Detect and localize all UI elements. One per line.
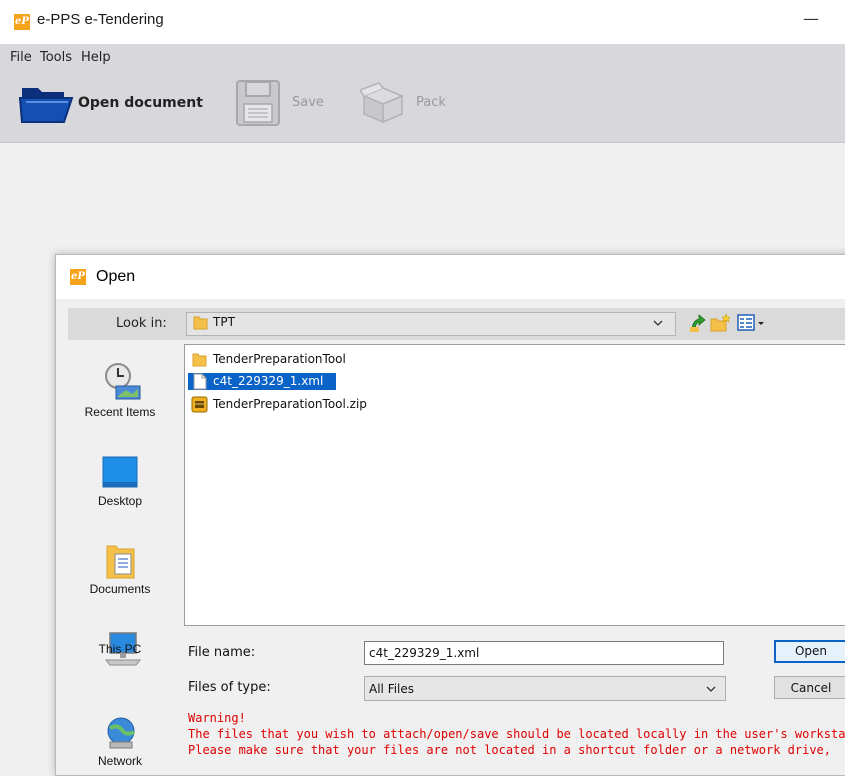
dialog-title: Open	[96, 268, 136, 285]
pack-label: Pack	[416, 95, 446, 110]
look-in-combo[interactable]	[186, 312, 676, 336]
list-item[interactable]: TenderPreparationTool.zip	[188, 396, 408, 413]
look-in-value: TPT	[213, 315, 235, 329]
look-in-label: Look in:	[116, 316, 167, 331]
view-menu-icon[interactable]	[737, 314, 765, 332]
shortcut-desktop[interactable]: Desktop	[68, 446, 178, 516]
shortcut-label: Network	[97, 754, 142, 768]
minimize-button[interactable]: —	[791, 4, 831, 34]
chevron-down-icon[interactable]	[652, 317, 664, 329]
save-disk-icon	[236, 80, 280, 126]
pack-box-icon	[360, 82, 404, 124]
files-of-type-label: Files of type:	[188, 680, 271, 695]
file-icon	[193, 373, 207, 390]
new-folder-icon[interactable]	[710, 313, 732, 333]
desktop-icon	[102, 456, 138, 488]
open-folder-icon	[18, 88, 74, 123]
shortcut-label: Recent Items	[84, 405, 156, 419]
file-name: c4t_229329_1.xml	[213, 374, 324, 388]
warning-title: Warning!	[188, 711, 246, 725]
file-name: TenderPreparationTool.zip	[213, 397, 367, 411]
shortcut-documents[interactable]: Documents	[68, 538, 178, 602]
shortcut-label: Desktop	[97, 494, 143, 508]
list-item[interactable]: c4t_229329_1.xml	[188, 373, 336, 390]
folder-icon	[192, 353, 207, 367]
dialog-logo: eP	[70, 269, 86, 285]
warning-line-2: Please make sure that your files are not…	[188, 743, 831, 757]
open-button[interactable]: Open	[774, 640, 845, 663]
zip-icon	[191, 396, 208, 413]
app-logo: eP	[14, 14, 30, 30]
shortcut-label: Documents	[89, 582, 151, 596]
menu-bar	[0, 44, 845, 68]
recent-items-icon	[105, 363, 141, 400]
network-icon	[107, 717, 135, 749]
shortcut-recent-items[interactable]: Recent Items	[68, 350, 178, 430]
file-name-label: File name:	[188, 645, 256, 660]
shortcut-network[interactable]: Network	[68, 712, 178, 768]
shortcut-label: This PC	[98, 642, 142, 656]
chevron-down-icon	[706, 686, 716, 692]
file-name-input[interactable]: c4t_229329_1.xml	[364, 641, 724, 665]
open-document-label: Open document	[78, 95, 203, 111]
files-of-type-select[interactable]: All Files	[364, 676, 726, 701]
file-name: TenderPreparationTool	[213, 352, 346, 366]
documents-icon	[106, 545, 135, 579]
menu-file[interactable]: File	[10, 50, 32, 65]
file-name-value: c4t_229329_1.xml	[369, 646, 480, 660]
save-button[interactable]: Save	[232, 78, 342, 128]
list-item[interactable]: TenderPreparationTool	[188, 351, 388, 368]
warning-line-1: The files that you wish to attach/open/s…	[188, 727, 845, 741]
pack-button[interactable]: Pack	[358, 78, 458, 128]
open-document-button[interactable]: Open document	[16, 80, 212, 126]
save-label: Save	[292, 95, 324, 110]
folder-icon	[193, 316, 208, 330]
up-folder-icon[interactable]	[689, 313, 707, 333]
menu-help[interactable]: Help	[81, 50, 111, 65]
menu-tools[interactable]: Tools	[40, 50, 72, 65]
cancel-button[interactable]: Cancel	[774, 676, 845, 699]
app-title: e-PPS e-Tendering	[37, 11, 164, 28]
dialog-title-bar	[56, 255, 845, 299]
files-of-type-value: All Files	[369, 682, 415, 696]
shortcut-this-pc[interactable]: This PC	[68, 628, 178, 690]
